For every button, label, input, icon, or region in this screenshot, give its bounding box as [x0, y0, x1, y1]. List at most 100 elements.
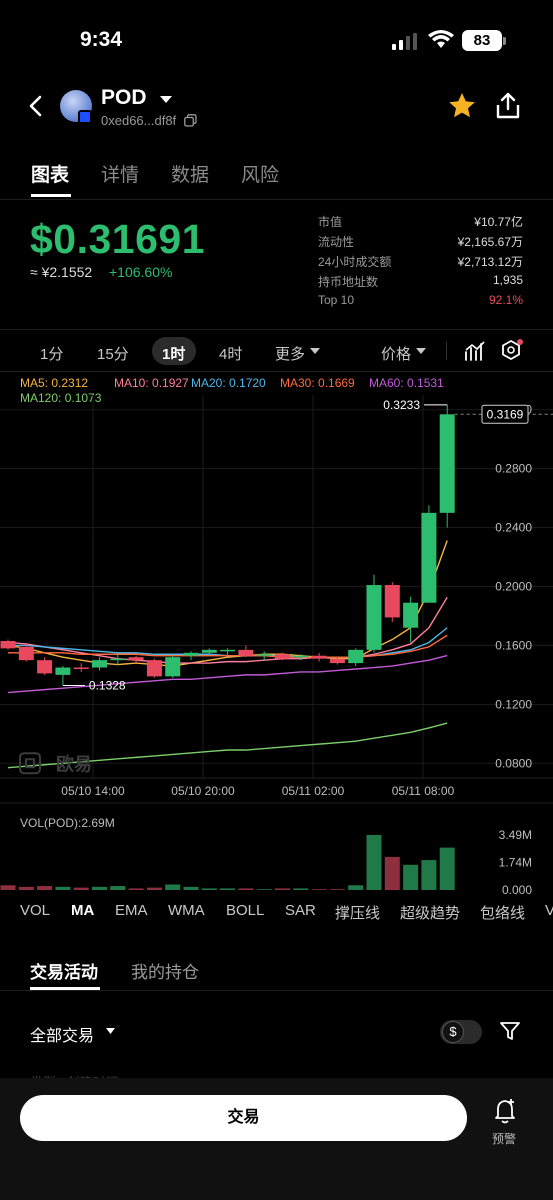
indicator-wma[interactable]: WMA [168, 902, 205, 919]
more-caret-icon[interactable] [310, 348, 320, 355]
volume-bar [348, 885, 364, 890]
bottom-tabs-divider [0, 990, 553, 991]
indicator-ma[interactable]: MA [71, 902, 94, 919]
candle-body [18, 646, 34, 661]
battery-indicator: 83 [462, 30, 502, 51]
high-label: 0.3233 [383, 398, 420, 412]
cell-signal-icon [392, 33, 417, 50]
price-change: +106.60% [109, 264, 173, 280]
interval-4h[interactable]: 4时 [219, 343, 242, 364]
favorite-star-icon[interactable] [448, 92, 476, 119]
candle-body [275, 654, 290, 659]
interval-1h[interactable]: 1时 [162, 343, 185, 364]
interval-15m[interactable]: 15分 [97, 343, 129, 364]
volume-bar [384, 856, 400, 890]
volume-bar [201, 888, 217, 890]
volume-tick-label: 3.49M [499, 828, 532, 842]
indicator-envelope[interactable]: 包络线 [480, 902, 525, 923]
share-icon[interactable] [495, 92, 521, 119]
tab-risk[interactable]: 风险 [241, 160, 279, 187]
trade-button[interactable]: 交易 [20, 1095, 467, 1141]
price-tick-label: 0.2800 [495, 462, 532, 476]
stat-liquidity-value: ¥2,165.67万 [457, 235, 523, 249]
tab-my-holdings[interactable]: 我的持仓 [131, 958, 199, 983]
wifi-icon [428, 30, 454, 48]
volume-bar [439, 847, 455, 890]
chart-settings-icon[interactable] [500, 339, 526, 363]
tab-data[interactable]: 数据 [171, 160, 209, 187]
volume-bar [293, 888, 309, 890]
ma60-label: MA60: 0.1531 [369, 376, 444, 390]
price-axis: 0.32000.28000.24000.20000.16000.12000.08… [495, 403, 532, 771]
candle-body [183, 652, 199, 656]
stat-market-cap-label: 市值 [318, 215, 343, 229]
indicator-vol[interactable]: VOL [20, 902, 50, 919]
volume-bar [92, 886, 107, 890]
candle-body [146, 660, 162, 677]
token-symbol[interactable]: POD [101, 86, 147, 110]
volume-tick-label: 1.74M [499, 856, 532, 870]
price-usd: $0.31691 [30, 216, 206, 262]
stat-market-cap-value: ¥10.77亿 [474, 215, 523, 229]
tab-details[interactable]: 详情 [101, 160, 139, 187]
interval-more[interactable]: 更多 [275, 343, 305, 364]
toolbar-divider [446, 342, 447, 360]
indicator-ema[interactable]: EMA [115, 902, 148, 919]
stat-top10-value: 92.1% [488, 293, 523, 307]
candle-body [220, 649, 236, 652]
volume-bar [73, 887, 89, 890]
interval-1m[interactable]: 1分 [40, 343, 63, 364]
price-tick-label: 0.0800 [495, 756, 532, 770]
back-arrow-icon[interactable] [28, 95, 44, 117]
indicator-support-resistance[interactable]: 撑压线 [335, 902, 380, 923]
contract-address: 0xed66...df8f [101, 113, 177, 128]
price-toggle[interactable]: 价格 [381, 343, 411, 364]
candle-body [348, 649, 364, 664]
filter-funnel-icon[interactable] [500, 1021, 520, 1041]
dollar-icon[interactable]: $ [442, 1021, 464, 1043]
candle-body [256, 654, 272, 656]
trade-filter-dropdown[interactable]: 全部交易 [30, 1022, 94, 1046]
candle-body [110, 658, 126, 661]
filter-caret-icon[interactable] [106, 1028, 115, 1034]
chevron-down-icon[interactable] [160, 96, 172, 103]
volume-bar [37, 886, 53, 890]
candle-body [92, 660, 107, 668]
price-chart[interactable]: 0.32000.28000.24000.20000.16000.12000.08… [0, 395, 553, 895]
volume-bar [128, 888, 144, 890]
tab-trade-activity[interactable]: 交易活动 [30, 958, 98, 983]
current-price-label: 0.3169 [487, 407, 524, 421]
stat-liquidity-label: 流动性 [318, 235, 355, 249]
stat-volume-value: ¥2,713.12万 [457, 255, 523, 269]
candle-body [311, 655, 327, 659]
candle-body [73, 667, 89, 670]
indicator-supertrend[interactable]: 超级趋势 [400, 902, 460, 923]
volume-bar [256, 889, 272, 890]
chart-grid [0, 395, 553, 779]
ma30-label: MA30: 0.1669 [280, 376, 355, 390]
indicator-boll[interactable]: BOLL [226, 902, 264, 919]
time-axis: 05/10 14:00 05/10 20:00 05/11 02:00 05/11 0… [61, 784, 454, 798]
volume-bar [220, 888, 236, 890]
candle-body [384, 585, 400, 618]
volume-bar [110, 886, 126, 890]
indicator-more[interactable]: V [545, 902, 553, 919]
indicator-settings-icon[interactable] [464, 340, 486, 362]
candle-body [421, 512, 437, 603]
alert-label[interactable]: 预警 [492, 1130, 516, 1147]
volume-bar [311, 889, 327, 890]
tab-chart[interactable]: 图表 [31, 160, 69, 187]
alert-bell-icon[interactable] [494, 1097, 518, 1125]
ma5-label: MA5: 0.2312 [20, 376, 89, 390]
candle-body [439, 414, 455, 513]
volume-chart: VOL(POD):2.69M 3.49M 1.74M 0.000 [0, 802, 553, 895]
volume-bar [18, 886, 34, 890]
candle-body [403, 602, 419, 628]
candle-body [366, 585, 382, 650]
copy-icon[interactable] [184, 114, 197, 127]
indicator-sar[interactable]: SAR [285, 902, 316, 919]
candle-body [201, 649, 217, 653]
candles [0, 404, 455, 686]
price-caret-icon[interactable] [416, 348, 426, 355]
volume-bar [329, 889, 345, 890]
